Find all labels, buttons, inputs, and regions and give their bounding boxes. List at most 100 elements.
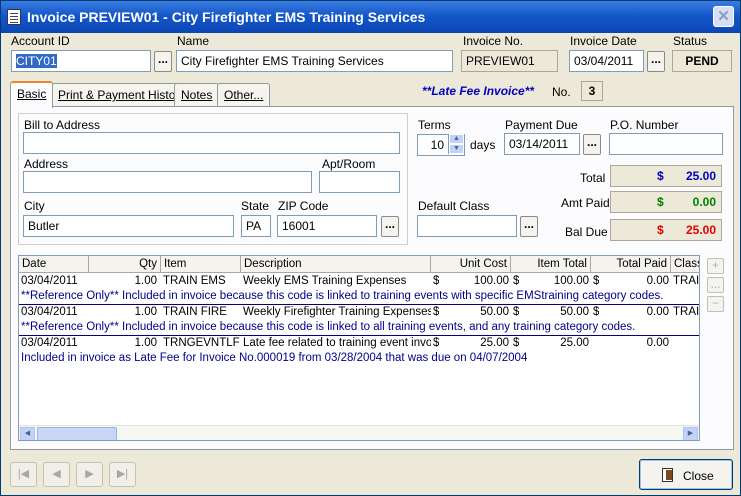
tab-print-payment-label: Print & Payment History [58, 88, 186, 102]
city-field[interactable]: Butler [23, 215, 234, 237]
col-item[interactable]: Item [161, 256, 241, 273]
row-total-paid: 0.00 [646, 337, 669, 349]
total-value: 25.00 [685, 169, 716, 183]
bal-due-label: Bal Due [565, 225, 608, 239]
col-total-paid[interactable]: Total Paid [591, 256, 671, 273]
document-icon [7, 9, 21, 25]
col-item-total[interactable]: Item Total [511, 256, 591, 273]
invoice-no-field: PREVIEW01 [461, 50, 558, 72]
total-label: Total [580, 171, 606, 185]
invoice-window: Invoice PREVIEW01 - City Firefighter EMS… [0, 0, 741, 496]
default-class-field[interactable] [417, 215, 517, 237]
add-line-button[interactable]: + [707, 258, 724, 274]
payment-due-picker-button[interactable]: ... [583, 134, 601, 155]
grid-horizontal-scrollbar[interactable]: ◀ ▶ [19, 425, 699, 440]
row-description: Late fee related to training event invo.… [243, 337, 431, 349]
row-unit-cost: 50.00 [480, 306, 509, 318]
last-record-button[interactable]: ▶| [109, 462, 136, 487]
address-label: Address [24, 157, 69, 171]
col-date[interactable]: Date [19, 256, 89, 273]
grid-header: Date Qty Item Description Unit Cost Item… [19, 256, 699, 273]
col-unit-cost[interactable]: Unit Cost [431, 256, 511, 273]
bill-to-field[interactable] [23, 132, 400, 154]
invoice-date-label: Invoice Date [570, 34, 637, 48]
bill-to-label: Bill to Address [24, 118, 101, 132]
row-qty: 1.00 [134, 337, 157, 349]
terms-spinner[interactable]: ▲ ▼ [448, 134, 464, 154]
row-date: 03/04/2011 [21, 337, 78, 349]
table-row[interactable]: 03/04/2011 1.00 TRAIN EMS Weekly EMS Tra… [19, 274, 699, 306]
tab-other[interactable]: Other... [217, 83, 271, 106]
payment-due-field[interactable]: 03/14/2011 [504, 133, 580, 155]
late-fee-indicator: **Late Fee Invoice** [422, 84, 535, 98]
tab-other-label: Other... [224, 88, 264, 102]
name-label: Name [177, 34, 210, 48]
zip-lookup-button[interactable]: ... [381, 216, 399, 237]
row-item: TRAIN EMS [163, 275, 226, 287]
invoice-date-picker-button[interactable]: ... [647, 51, 665, 72]
scroll-left-icon[interactable]: ◀ [20, 427, 35, 440]
invoice-date-field[interactable]: 03/04/2011 [569, 50, 644, 72]
remove-line-button[interactable]: − [707, 296, 724, 312]
previous-record-button[interactable]: ◀ [43, 462, 70, 487]
amt-paid-value: 0.00 [692, 195, 716, 209]
row-item-total-currency: $ [513, 306, 520, 318]
bal-due-value: 25.00 [685, 223, 716, 237]
row-class: TRAIN [673, 306, 699, 318]
zip-label: ZIP Code [278, 199, 329, 213]
po-number-field[interactable] [609, 133, 723, 155]
window-title: Invoice PREVIEW01 - City Firefighter EMS… [27, 9, 426, 25]
row-description: Weekly Firefighter Training Expenses [243, 306, 431, 318]
row-total-paid: 0.00 [646, 275, 669, 287]
row-item-total: 50.00 [560, 306, 589, 318]
account-lookup-button[interactable]: ... [154, 51, 172, 72]
table-row[interactable]: 03/04/2011 1.00 TRAIN FIRE Weekly Firefi… [19, 305, 699, 337]
tab-basic[interactable]: Basic [10, 81, 54, 108]
first-record-button[interactable]: |◀ [10, 462, 37, 487]
address-field[interactable] [23, 171, 312, 193]
po-number-label: P.O. Number [610, 118, 679, 132]
title-bar[interactable]: Invoice PREVIEW01 - City Firefighter EMS… [1, 1, 740, 33]
name-field[interactable]: City Firefighter EMS Training Services [176, 50, 453, 72]
account-id-value: CITY01 [16, 54, 57, 68]
row-unit-cost: 100.00 [473, 275, 509, 287]
row-item-total-currency: $ [513, 337, 520, 349]
line-items-grid[interactable]: Date Qty Item Description Unit Cost Item… [18, 255, 700, 441]
edit-line-button[interactable]: ... [707, 277, 724, 293]
row-qty: 1.00 [134, 306, 157, 318]
spin-down-icon[interactable]: ▼ [449, 144, 464, 154]
apt-label: Apt/Room [322, 157, 376, 171]
state-field[interactable]: PA [241, 215, 271, 237]
bal-due-currency: $ [657, 223, 664, 237]
status-label: Status [673, 34, 708, 48]
apt-field[interactable] [319, 171, 400, 193]
col-description[interactable]: Description [241, 256, 431, 273]
amt-paid-label: Amt Paid [561, 196, 610, 210]
default-class-lookup-button[interactable]: ... [520, 216, 538, 237]
bal-due-field: $ 25.00 [610, 219, 722, 241]
row-total-paid-currency: $ [593, 306, 600, 318]
col-qty[interactable]: Qty [89, 256, 161, 273]
scroll-right-icon[interactable]: ▶ [683, 427, 698, 440]
spin-up-icon[interactable]: ▲ [449, 134, 464, 144]
row-unit-cost-currency: $ [433, 337, 440, 349]
tab-notes[interactable]: Notes [174, 83, 220, 106]
tab-print-payment-history[interactable]: Print & Payment History [51, 83, 193, 106]
close-button-label: Close [683, 469, 714, 483]
zip-field[interactable]: 16001 [277, 215, 377, 237]
no-label: No. [552, 85, 571, 99]
total-field: $ 25.00 [610, 165, 722, 187]
next-record-button[interactable]: ▶ [76, 462, 103, 487]
terms-label: Terms [418, 118, 451, 132]
table-row[interactable]: 03/04/2011 1.00 TRNGEVNTLF Late fee rela… [19, 336, 699, 368]
default-class-label: Default Class [418, 199, 490, 213]
scroll-thumb[interactable] [37, 427, 117, 440]
tab-notes-label: Notes [181, 88, 213, 102]
close-button[interactable]: Close [639, 459, 733, 490]
account-id-field[interactable]: CITY01 [11, 50, 151, 72]
row-class: TRAIN [673, 275, 699, 287]
col-class[interactable]: Class [671, 256, 699, 273]
door-exit-icon [662, 468, 673, 482]
window-close-button[interactable]: ✕ [713, 6, 734, 27]
status-badge: PEND [672, 50, 732, 72]
